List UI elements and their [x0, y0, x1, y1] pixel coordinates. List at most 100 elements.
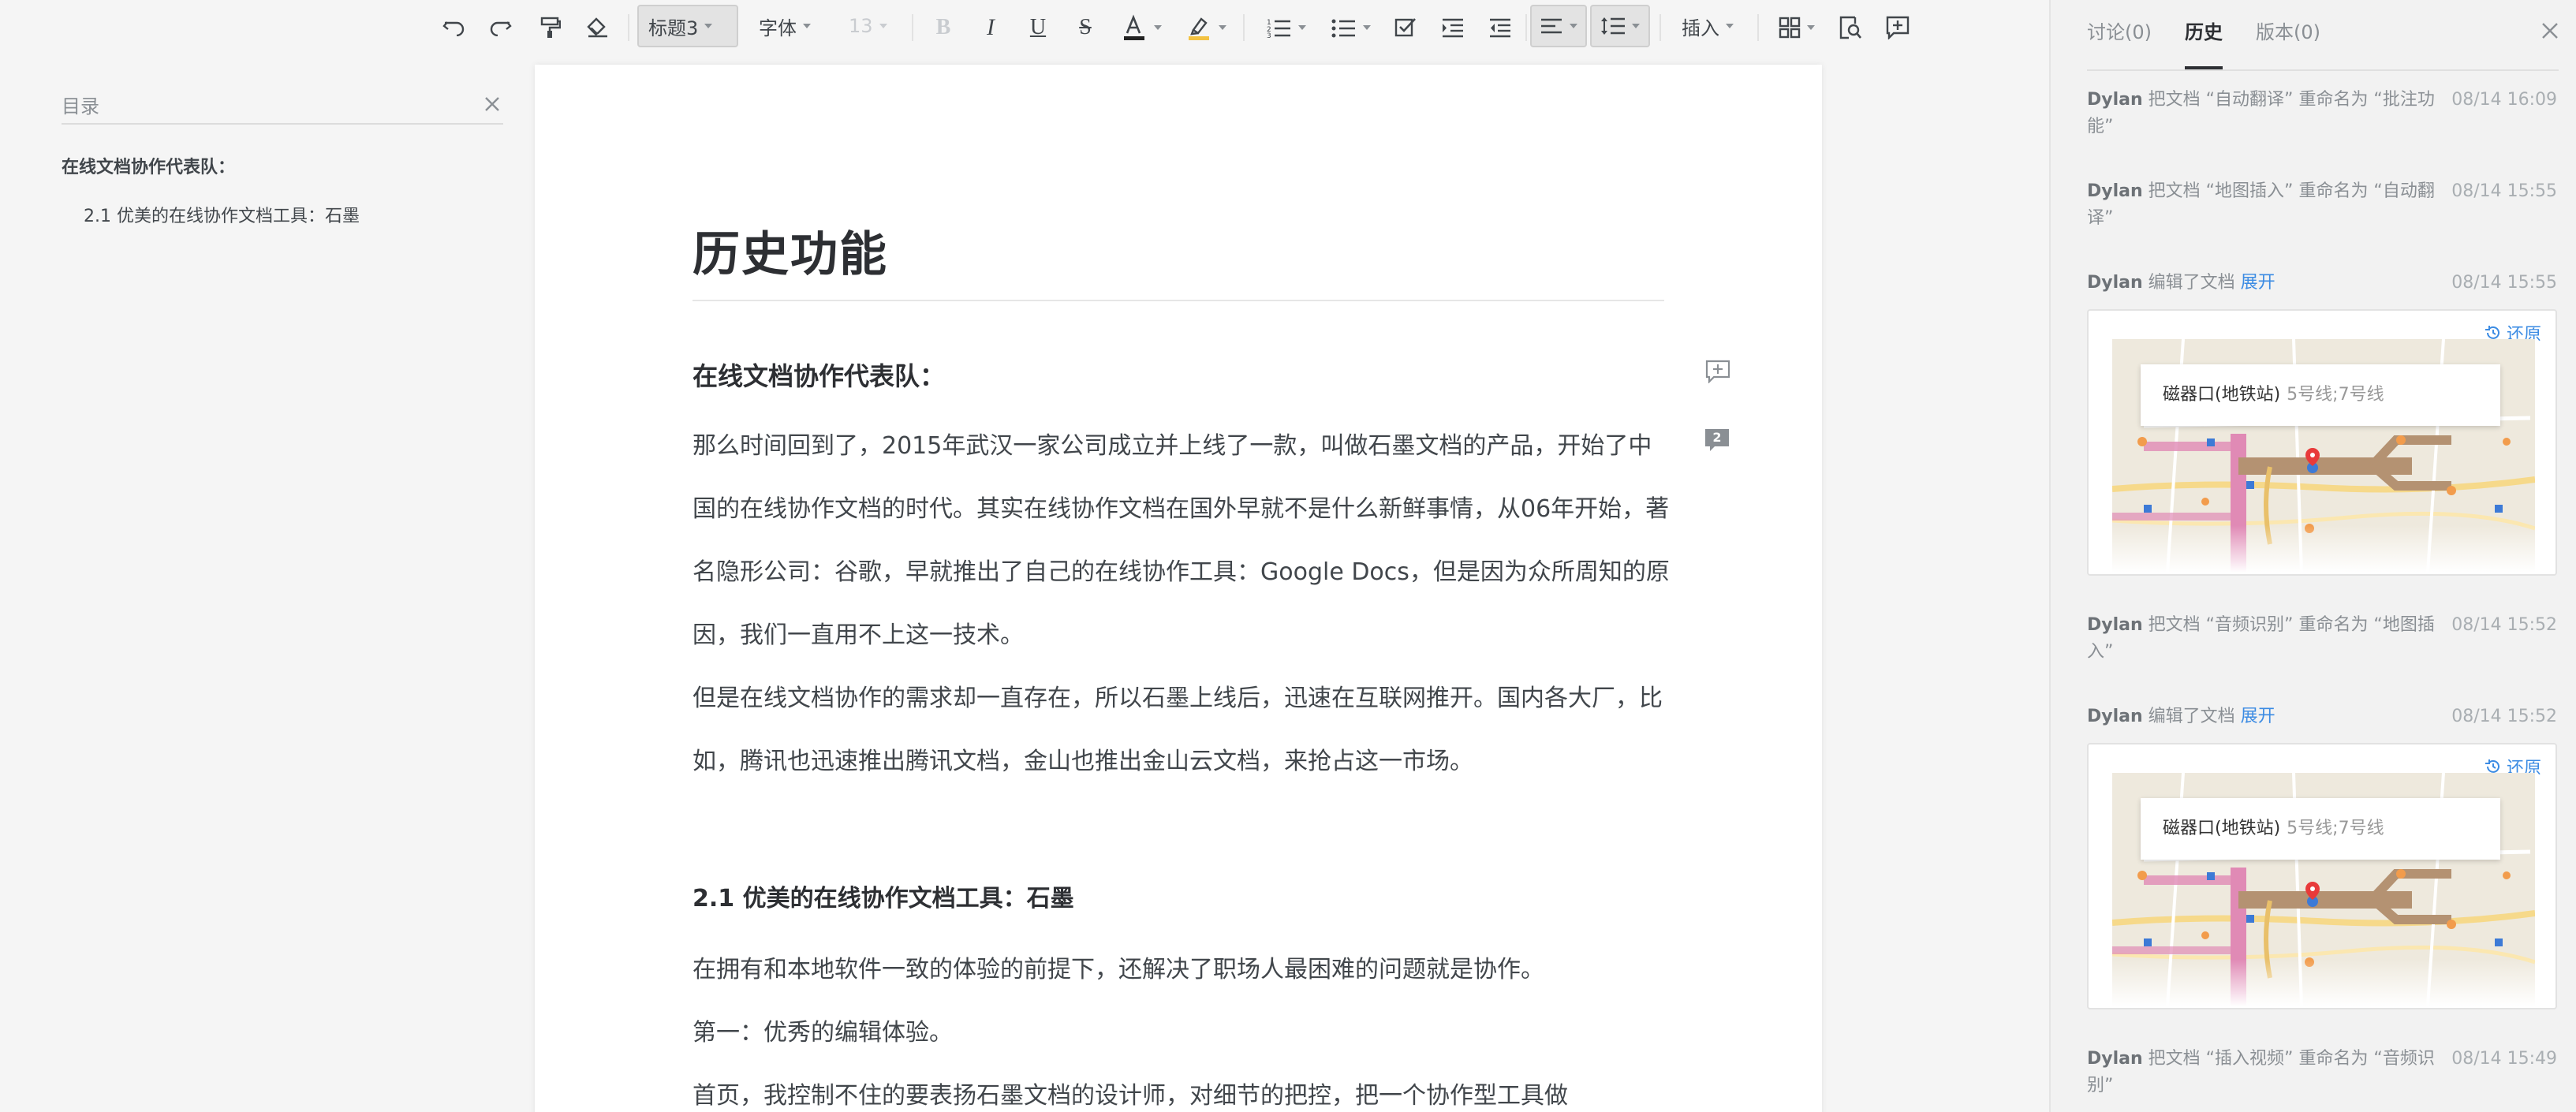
panel-tabs: 讨论(0) 历史 版本(0) [2087, 0, 2354, 69]
chevron-down-icon [1363, 25, 1371, 30]
font-family-label: 字体 [759, 17, 797, 39]
section-heading[interactable]: 在线文档协作代表队： [693, 356, 945, 393]
page-title[interactable]: 历史功能 [693, 216, 888, 285]
map-station-name: 磁器口(地铁站) [2163, 819, 2281, 838]
checklist-icon[interactable] [1390, 8, 1421, 47]
history-preview-card: 还原 磁器口(地铁站) 5号线;7号线 [2087, 309, 2557, 576]
italic-icon[interactable]: I [975, 8, 1006, 47]
bullet-list-button[interactable] [1323, 8, 1379, 47]
chevron-down-icon [1807, 25, 1815, 30]
history-time: 08/14 16:09 [2451, 90, 2557, 110]
font-family-dropdown[interactable]: 字体 [749, 5, 836, 47]
close-icon[interactable] [481, 93, 503, 115]
toc-item[interactable]: 2.1 优美的在线协作文档工具：石墨 [84, 202, 503, 227]
undo-icon[interactable] [439, 8, 470, 47]
chevron-down-icon [1570, 24, 1577, 28]
history-user: Dylan [2087, 273, 2143, 293]
redo-icon[interactable] [484, 8, 516, 47]
find-in-document-icon[interactable] [1835, 8, 1866, 47]
font-size-dropdown[interactable]: 13 [839, 5, 902, 47]
paragraph[interactable]: 第一：优秀的编辑体验。 [693, 1002, 1671, 1065]
section-heading[interactable]: 2.1 优美的在线协作文档工具：石墨 [693, 879, 1074, 913]
text-color-icon [1124, 14, 1144, 40]
text-color-button[interactable] [1115, 8, 1167, 47]
table-of-contents: 目录 在线文档协作代表队： 2.1 优美的在线协作文档工具：石墨 [62, 85, 503, 227]
highlighter-icon [1189, 17, 1209, 40]
paragraph[interactable]: 在拥有和本地软件一致的体验的前提下，还解决了职场人最困难的问题就是协作。 [693, 938, 1671, 1002]
indent-increase-icon[interactable] [1437, 8, 1469, 47]
history-entry: Dylan 编辑了文档 展开 08/14 15:52 [2087, 703, 2557, 730]
chevron-down-icon [704, 24, 713, 28]
tab-versions[interactable]: 版本(0) [2256, 0, 2320, 69]
ordered-list-button[interactable]: 123 [1259, 8, 1314, 47]
history-time: 08/14 15:52 [2451, 615, 2557, 635]
line-height-button[interactable] [1590, 5, 1650, 47]
chevron-down-icon [1632, 24, 1640, 28]
insert-dropdown[interactable]: 插入 [1672, 5, 1751, 47]
map-station-lines: 5号线;7号线 [2287, 819, 2384, 838]
bold-icon[interactable]: B [928, 8, 959, 47]
map-popup: 磁器口(地铁站) 5号线;7号线 [2141, 364, 2500, 426]
heading-style-dropdown[interactable]: 标题3 [637, 5, 738, 47]
paragraph[interactable]: 首页，我控制不住的要表扬石墨文档的设计师，对细节的把控，把一个协作型工具做 [693, 1065, 1671, 1112]
history-panel: 讨论(0) 历史 版本(0) Dylan 把文档 “自动翻译” 重命名为 “批注… [2049, 0, 2576, 1112]
font-size-label: 13 [849, 15, 873, 37]
history-time: 08/14 15:55 [2451, 181, 2557, 201]
chevron-down-icon [1219, 25, 1226, 30]
history-entry: Dylan 把文档 “地图插入” 重命名为 “自动翻译” 08/14 15:55 [2087, 178, 2557, 232]
history-entry: Dylan 编辑了文档 展开 08/14 15:55 [2087, 270, 2557, 297]
toc-title: 目录 [62, 95, 99, 118]
ordered-list-icon: 123 [1267, 19, 1290, 38]
comment-count: 2 [1712, 430, 1722, 445]
tab-discussion[interactable]: 讨论(0) [2087, 0, 2152, 69]
toc-item[interactable]: 在线文档协作代表队： [62, 153, 503, 178]
paragraph[interactable]: 那么时间回到了，2015年武汉一家公司成立并上线了一款，叫做石墨文档的产品，开始… [693, 415, 1671, 667]
history-time: 08/14 15:49 [2451, 1049, 2557, 1069]
history-user: Dylan [2087, 1049, 2143, 1069]
tab-divider [2087, 69, 2559, 71]
chevron-down-icon [1298, 25, 1306, 30]
history-user: Dylan [2087, 90, 2143, 110]
history-user: Dylan [2087, 181, 2143, 201]
format-painter-icon[interactable] [535, 8, 566, 47]
map-preview: 磁器口(地铁站) 5号线;7号线 [2112, 773, 2535, 1006]
svg-text:3: 3 [1267, 32, 1271, 38]
chevron-down-icon [879, 24, 887, 28]
map-popup: 磁器口(地铁站) 5号线;7号线 [2141, 798, 2500, 860]
chevron-down-icon [1154, 25, 1162, 30]
heading-style-label: 标题3 [648, 17, 699, 39]
history-text: 编辑了文档 [2148, 273, 2235, 293]
add-comment-icon[interactable] [1882, 8, 1913, 47]
strikethrough-icon[interactable]: S [1070, 8, 1101, 47]
bullet-list-icon [1331, 19, 1355, 38]
indent-decrease-icon[interactable] [1484, 8, 1516, 47]
history-preview-card: 还原 磁器口(地铁站) 5号线;7号线 [2087, 743, 2557, 1009]
map-station-lines: 5号线;7号线 [2287, 385, 2384, 405]
history-entry: Dylan 把文档 “音频识别” 重命名为 “地图插入” 08/14 15:52 [2087, 612, 2557, 666]
clear-format-icon[interactable] [582, 8, 614, 47]
map-station-name: 磁器口(地铁站) [2163, 385, 2281, 405]
underline-icon[interactable]: U [1022, 8, 1054, 47]
tab-history[interactable]: 历史 [2185, 0, 2223, 69]
expand-link[interactable]: 展开 [2241, 707, 2275, 726]
table-button[interactable] [1771, 8, 1822, 47]
map-preview: 磁器口(地铁站) 5号线;7号线 [2112, 339, 2535, 573]
comment-count-badge[interactable]: 2 [1705, 429, 1729, 451]
toc-header: 目录 [62, 85, 503, 125]
add-comment-icon[interactable] [1705, 360, 1730, 386]
highlight-color-button[interactable] [1178, 8, 1234, 47]
editor-toolbar: 标题3 字体 13 B I U S 123 插入 [0, 0, 2048, 55]
expand-link[interactable]: 展开 [2241, 273, 2275, 293]
insert-label: 插入 [1682, 17, 1719, 39]
history-entry: Dylan 把文档 “自动翻译” 重命名为 “批注功能” 08/14 16:09 [2087, 87, 2557, 140]
align-button[interactable] [1530, 5, 1587, 47]
paragraph[interactable]: 但是在线文档协作的需求却一直存在，所以石墨上线后，迅速在互联网推开。国内各大厂，… [693, 667, 1671, 793]
title-divider [693, 300, 1664, 301]
history-time: 08/14 15:52 [2451, 707, 2557, 726]
close-icon[interactable] [2541, 22, 2559, 43]
history-text: 编辑了文档 [2148, 707, 2235, 726]
history-entry: Dylan 把文档 “插入视频” 重命名为 “音频识别” 08/14 15:49 [2087, 1046, 2557, 1099]
document-page[interactable]: 历史功能 在线文档协作代表队： 那么时间回到了，2015年武汉一家公司成立并上线… [535, 65, 1822, 1112]
chevron-down-icon [803, 24, 811, 28]
align-left-icon [1541, 18, 1562, 34]
